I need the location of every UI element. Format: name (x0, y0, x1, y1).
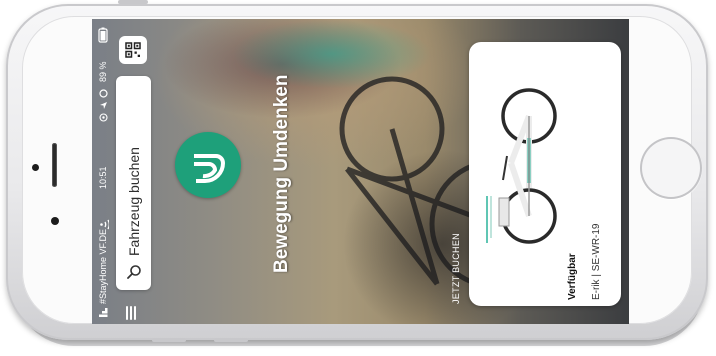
side-button-top (118, 0, 148, 4)
vehicle-model: E-rik | SE-WR-19 (591, 223, 602, 301)
search-input[interactable]: Fahrzeug buchen (126, 147, 142, 256)
menu-icon-line (130, 306, 132, 320)
app-screen: 89 % 10:51 #StayHome VF.DE Fahrzeug buch… (92, 19, 629, 324)
carrier-name: #StayHome VF.DE (98, 228, 108, 304)
proximity-sensor (51, 217, 59, 225)
location-icon (100, 102, 107, 109)
menu-icon-line (134, 306, 136, 320)
status-time: 10:51 (98, 166, 108, 189)
battery-icon (98, 27, 108, 43)
earpiece-speaker (52, 143, 57, 187)
alarm-icon (99, 89, 108, 98)
brand-logo-icon (194, 154, 226, 183)
signal-icon (99, 308, 108, 317)
status-bar: 89 % 10:51 #StayHome VF.DE (92, 19, 114, 324)
battery-percent: 89 % (98, 61, 108, 82)
brand-tagline: Bewegung Umdenken (271, 74, 292, 273)
search-bar[interactable]: Fahrzeug buchen (116, 76, 151, 290)
menu-icon (126, 306, 128, 320)
side-button-bottom-2 (214, 338, 248, 342)
search-icon (127, 265, 141, 279)
qr-scan-button[interactable] (119, 36, 147, 64)
qr-code-icon (125, 42, 141, 58)
home-button[interactable] (640, 137, 702, 199)
book-now-button[interactable]: JETZT BUCHEN (451, 233, 461, 304)
front-camera (32, 164, 39, 171)
vehicle-card[interactable]: Verfügbar E-rik | SE-WR-19 (469, 42, 621, 306)
side-button-bottom-1 (152, 338, 186, 342)
menu-button[interactable] (126, 306, 136, 320)
vehicle-availability: Verfügbar (567, 253, 578, 300)
brand-logo (175, 132, 241, 198)
e-bike-image (486, 88, 557, 244)
orientation-lock-icon (99, 113, 108, 122)
